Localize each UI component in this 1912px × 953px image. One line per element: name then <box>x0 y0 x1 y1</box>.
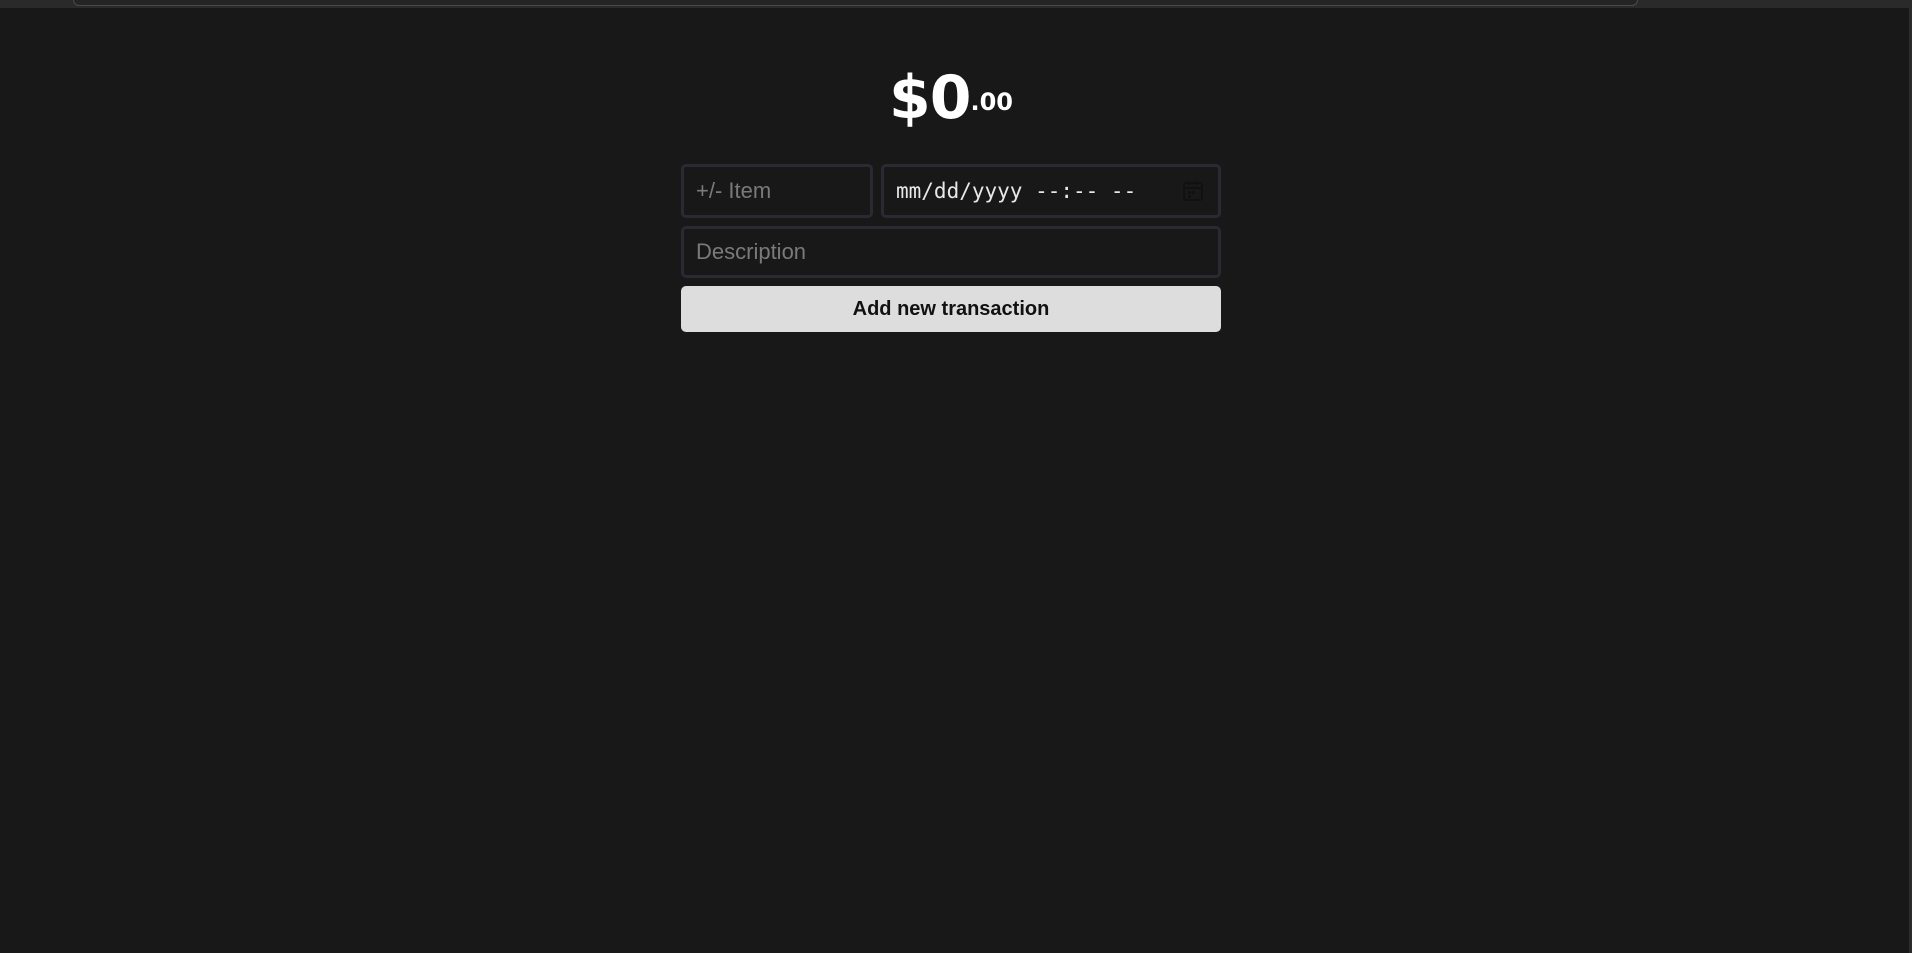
balance-cents: .00 <box>970 88 1013 116</box>
item-date-row: mm/dd/yyyy --:-- -- <box>681 164 1221 218</box>
transaction-form-page: $0.00 mm/dd/yyyy --:-- -- <box>681 62 1221 332</box>
calendar-icon[interactable] <box>1182 180 1204 202</box>
browser-top-edge <box>0 0 1912 8</box>
transaction-form: mm/dd/yyyy --:-- -- Add new transaction <box>681 164 1221 332</box>
browser-address-bar-edge <box>73 0 1638 6</box>
datetime-input[interactable]: mm/dd/yyyy --:-- -- <box>881 164 1221 218</box>
datetime-placeholder: mm/dd/yyyy --:-- -- <box>896 179 1137 203</box>
description-input[interactable] <box>681 226 1221 278</box>
balance-display: $0.00 <box>681 62 1221 142</box>
balance-dollars: $0 <box>888 63 971 133</box>
item-input[interactable] <box>681 164 873 218</box>
add-transaction-button[interactable]: Add new transaction <box>681 286 1221 332</box>
